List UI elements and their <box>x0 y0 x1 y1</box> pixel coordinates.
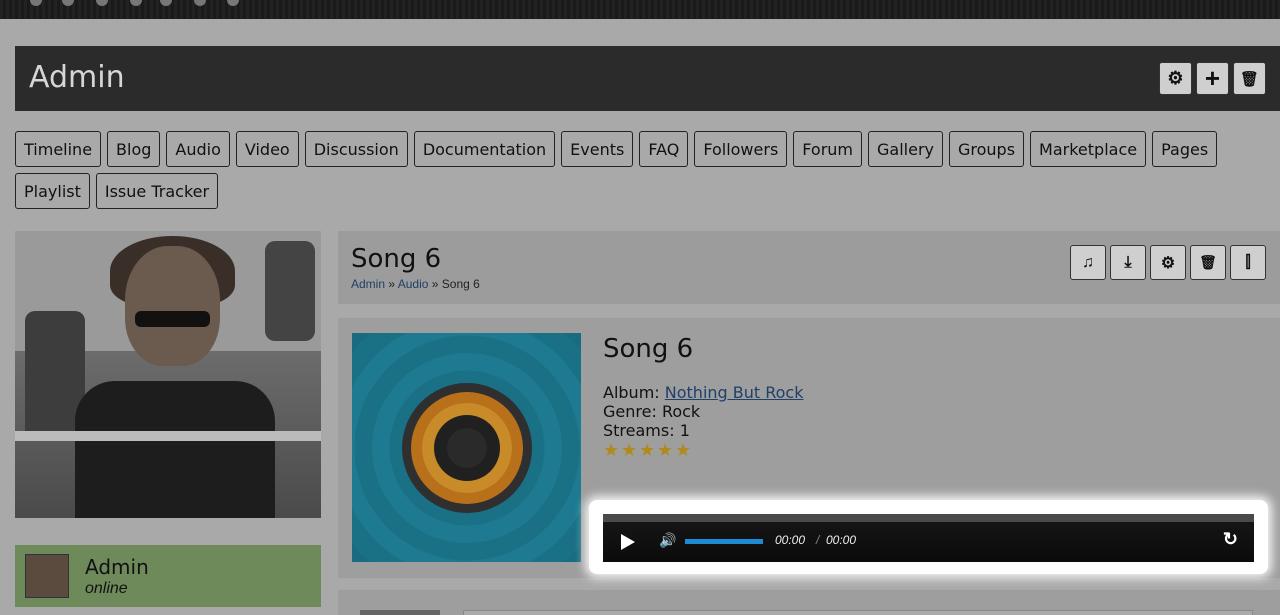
settings-button[interactable]: ⚙ <box>1150 245 1186 280</box>
rating-stars[interactable]: ★ ★ ★ ★ ★ <box>603 441 692 459</box>
user-status-card[interactable]: Admin online <box>15 545 321 607</box>
volume-slider[interactable] <box>685 539 763 544</box>
tab-events[interactable]: Events <box>561 131 634 167</box>
nav-icon[interactable] <box>30 0 42 6</box>
song-header-title: Song 6 <box>351 244 442 274</box>
user-name[interactable]: Admin <box>85 555 149 579</box>
tab-discussion[interactable]: Discussion <box>304 131 408 167</box>
tab-documentation[interactable]: Documentation <box>413 131 556 167</box>
star-icon[interactable]: ★ <box>657 441 674 459</box>
music-note-icon: ♫ <box>1082 253 1094 271</box>
loop-icon[interactable]: ↻ <box>1223 529 1238 550</box>
tab-pages[interactable]: Pages <box>1152 131 1218 167</box>
comment-input[interactable] <box>463 610 1253 615</box>
nav-icon[interactable] <box>160 0 172 6</box>
star-icon[interactable]: ★ <box>621 441 638 459</box>
breadcrumb-audio[interactable]: Audio <box>398 277 429 291</box>
tab-gallery[interactable]: Gallery <box>868 131 943 167</box>
star-icon[interactable]: ★ <box>603 441 620 459</box>
nav-icon[interactable] <box>62 0 74 6</box>
add-to-playlist-button[interactable]: ♫ <box>1070 245 1106 280</box>
equalizer-icon: ⫿ <box>1245 253 1251 271</box>
breadcrumb-current: Song 6 <box>441 277 480 291</box>
user-status: online <box>85 580 128 597</box>
breadcrumb-admin[interactable]: Admin <box>351 277 385 291</box>
volume-icon[interactable]: 🔊 <box>659 532 676 549</box>
admin-actions: ⚙ + 🗑 <box>1159 62 1266 95</box>
top-nav-strip <box>0 0 1280 19</box>
profile-tabs: Timeline Blog Audio Video Discussion Doc… <box>15 131 1265 209</box>
page-title: Admin <box>29 60 125 95</box>
duration: 00:00 <box>826 533 857 547</box>
nav-icon[interactable] <box>227 0 239 6</box>
genre-value: Rock <box>661 402 701 421</box>
delete-button[interactable]: 🗑 <box>1233 62 1266 95</box>
download-icon: ⤓ <box>1124 253 1132 271</box>
tab-audio[interactable]: Audio <box>166 131 230 167</box>
add-button[interactable]: + <box>1196 62 1229 95</box>
play-button[interactable] <box>621 534 635 550</box>
tab-marketplace[interactable]: Marketplace <box>1030 131 1147 167</box>
tab-blog[interactable]: Blog <box>107 131 161 167</box>
breadcrumb: Admin » Audio » Song 6 <box>351 277 480 291</box>
song-actions: ♫ ⤓ ⚙ 🗑 ⫿ <box>1070 245 1266 280</box>
settings-button[interactable]: ⚙ <box>1159 62 1192 95</box>
song-title: Song 6 <box>603 334 694 364</box>
current-time: 00:00 <box>775 533 806 547</box>
star-icon[interactable]: ★ <box>639 441 656 459</box>
trash-icon: 🗑 <box>1239 70 1260 88</box>
streams-count: 1 <box>679 421 690 440</box>
gear-icon: ⚙ <box>1160 254 1176 272</box>
audio-player: 🔊 00:00 / 00:00 ↻ <box>603 514 1254 562</box>
nav-icon[interactable] <box>130 0 142 6</box>
album-link[interactable]: Nothing But Rock <box>665 383 804 402</box>
song-header: Song 6 Admin » Audio » Song 6 ♫ ⤓ ⚙ 🗑 ⫿ <box>338 231 1280 304</box>
nav-icon[interactable] <box>96 0 108 6</box>
tab-groups[interactable]: Groups <box>949 131 1025 167</box>
delete-button[interactable]: 🗑 <box>1190 245 1226 280</box>
tab-followers[interactable]: Followers <box>694 131 788 167</box>
download-button[interactable]: ⤓ <box>1110 245 1146 280</box>
avatar[interactable] <box>25 554 69 598</box>
profile-photo[interactable] <box>15 231 321 518</box>
comment-area <box>338 590 1280 615</box>
admin-title-bar: Admin ⚙ + 🗑 <box>15 46 1280 111</box>
tab-video[interactable]: Video <box>235 131 299 167</box>
album-cover <box>352 333 581 562</box>
tab-timeline[interactable]: Timeline <box>15 131 102 167</box>
comment-avatar <box>360 610 440 615</box>
tab-faq[interactable]: FAQ <box>639 131 689 167</box>
song-meta: Album: Nothing But Rock Genre: Rock Stre… <box>603 383 804 440</box>
tab-forum[interactable]: Forum <box>793 131 863 167</box>
tab-playlist[interactable]: Playlist <box>15 173 90 209</box>
tab-issue-tracker[interactable]: Issue Tracker <box>95 173 219 209</box>
trash-icon: 🗑 <box>1199 254 1217 270</box>
star-icon[interactable]: ★ <box>675 441 692 459</box>
time-separator: / <box>816 533 820 547</box>
nav-icon[interactable] <box>194 0 206 6</box>
equalizer-button[interactable]: ⫿ <box>1230 245 1266 280</box>
plus-icon: + <box>1204 63 1221 93</box>
gear-icon: ⚙ <box>1167 68 1184 88</box>
